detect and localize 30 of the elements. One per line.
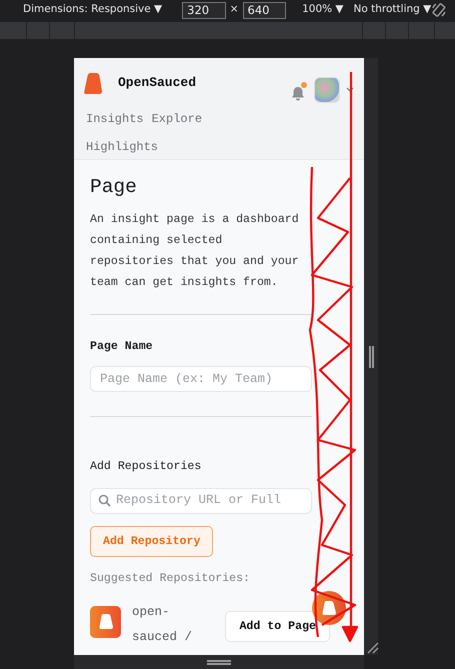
times-label: × [230, 2, 239, 18]
repo-name[interactable]: open- sauced / [132, 600, 192, 650]
width-field[interactable]: 320 [182, 2, 226, 18]
logo-icon[interactable] [84, 72, 102, 94]
nav-link[interactable]: Highlights [86, 138, 158, 156]
throttling-dropdown[interactable]: No throttling ▼ [354, 2, 432, 18]
rotate-icon[interactable] [431, 2, 448, 18]
resize-handle[interactable] [207, 660, 231, 664]
description: An insight page is a dashboard containing selected repositories that you and your team can get insights from. [90, 212, 300, 291]
zoom-dropdown[interactable]: 100% ▼ [302, 2, 344, 18]
resize-corner-icon[interactable] [367, 642, 379, 654]
notification-icon[interactable] [291, 82, 305, 98]
nav-link[interactable]: Explore [152, 110, 202, 128]
dimensions-dropdown[interactable]: Dimensions: Responsive ▼ [23, 2, 162, 18]
page-title: Page [90, 175, 138, 199]
add-to-page-button[interactable]: Add to Page [225, 610, 330, 642]
search-icon [98, 494, 111, 508]
field-label: Add Repositories [90, 459, 202, 476]
chevron-icon[interactable] [346, 87, 354, 92]
resize-handle[interactable] [368, 346, 374, 368]
field-label: Page Name [90, 339, 154, 355]
avatar[interactable] [314, 76, 340, 102]
page-name-field[interactable]: Page Name (ex: My Team) [90, 366, 312, 392]
height-field[interactable]: 640 [242, 2, 286, 18]
section-label: Suggested Repositories: [90, 571, 252, 588]
repository-search-field[interactable]: Repository URL or Full [90, 488, 312, 514]
repo-icon [90, 606, 121, 638]
logo-icon [322, 600, 336, 616]
nav-link[interactable]: Insights [86, 110, 144, 128]
brand-name[interactable]: OpenSauced [118, 72, 196, 92]
